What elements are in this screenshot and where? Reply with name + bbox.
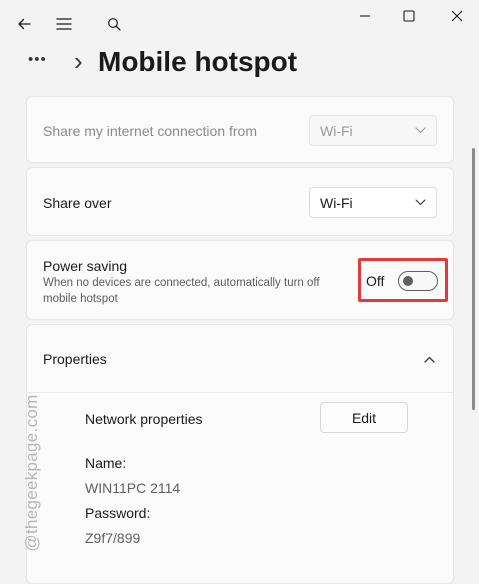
- share-over-dropdown[interactable]: Wi-Fi: [309, 187, 437, 218]
- edit-button[interactable]: Edit: [320, 402, 408, 433]
- name-value: WIN11PC 2114: [85, 480, 181, 496]
- name-label: Name:: [85, 455, 127, 471]
- share-over-label: Share over: [43, 195, 112, 211]
- power-saving-description: When no devices are connected, automatic…: [43, 277, 320, 305]
- back-button[interactable]: [8, 8, 40, 40]
- toggle-knob: [403, 276, 413, 286]
- page-title: Mobile hotspot: [98, 46, 298, 77]
- maximize-button[interactable]: [393, 0, 425, 32]
- power-saving-title: Power saving: [43, 258, 128, 274]
- breadcrumb-chevron-icon: ›: [74, 46, 83, 76]
- share-from-card: Share my internet connection from Wi-Fi: [26, 96, 454, 163]
- watermark-text: @thegeekpage.com: [22, 394, 41, 552]
- properties-divider: [27, 392, 453, 393]
- minimize-button[interactable]: [349, 0, 381, 32]
- network-properties-label: Network properties: [85, 411, 203, 427]
- properties-card: Properties Network properties Edit Name:…: [26, 324, 454, 584]
- hamburger-menu-icon: [56, 18, 72, 30]
- share-over-card: Share over Wi-Fi: [26, 167, 454, 236]
- power-saving-toggle[interactable]: [398, 271, 438, 291]
- close-icon: [451, 10, 463, 22]
- chevron-up-icon: [423, 356, 435, 363]
- close-button[interactable]: [441, 0, 473, 32]
- chevron-down-icon: [415, 127, 426, 134]
- properties-title: Properties: [43, 351, 107, 367]
- maximize-icon: [403, 10, 415, 22]
- search-icon: [108, 18, 121, 31]
- share-over-dropdown-value: Wi-Fi: [320, 194, 353, 211]
- navigation-menu-button[interactable]: [48, 8, 80, 40]
- minimize-icon: [360, 15, 370, 17]
- share-from-dropdown[interactable]: Wi-Fi: [309, 115, 437, 146]
- breadcrumb-more-button[interactable]: •••: [28, 51, 47, 68]
- back-arrow-icon: [18, 18, 31, 30]
- password-value: Z9f7/899: [85, 530, 141, 546]
- collapse-properties-button[interactable]: [419, 349, 439, 369]
- share-from-label: Share my internet connection from: [43, 123, 257, 139]
- share-from-dropdown-value: Wi-Fi: [320, 122, 353, 139]
- power-saving-state-label: Off: [366, 273, 385, 289]
- search-button[interactable]: [98, 8, 130, 40]
- password-label: Password:: [85, 505, 151, 521]
- chevron-down-icon: [415, 199, 426, 206]
- vertical-scrollbar[interactable]: [472, 148, 475, 410]
